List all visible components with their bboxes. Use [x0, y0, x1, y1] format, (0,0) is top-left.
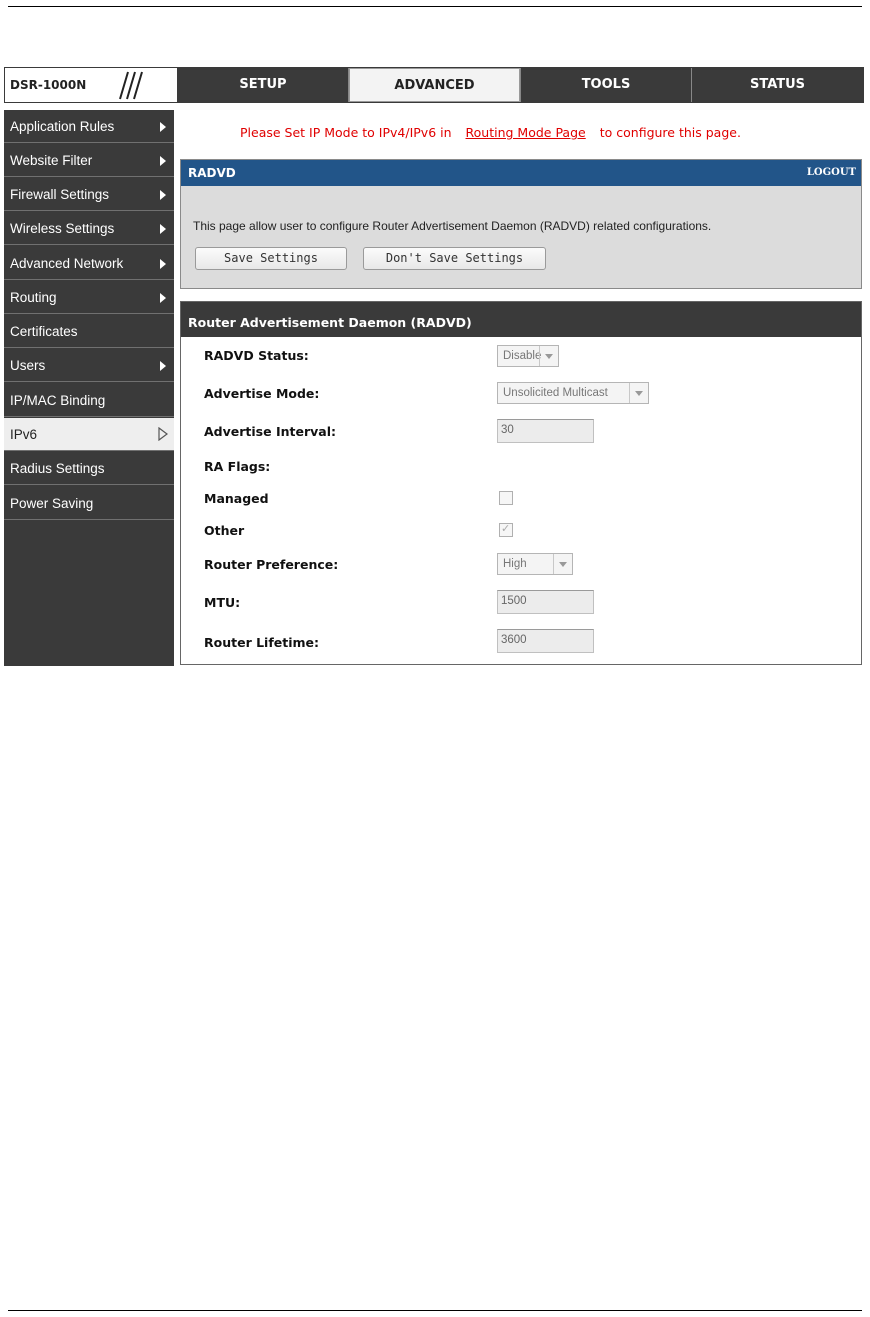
sidebar-item-ip-mac-binding[interactable]: IP/MAC Binding	[4, 384, 174, 417]
device-model-label: DSR-1000N	[10, 78, 87, 92]
caret-right-icon	[160, 190, 166, 200]
advertise-mode-label: Advertise Mode:	[204, 386, 320, 401]
router-preference-select[interactable]: High	[497, 553, 573, 575]
sidebar-item-wireless-settings[interactable]: Wireless Settings	[4, 212, 174, 245]
router-lifetime-input[interactable]: 3600	[497, 629, 594, 653]
top-nav-bar: DSR-1000N SETUP ADVANCED TOOLS STATUS	[4, 67, 864, 103]
section-header: Router Advertisement Daemon (RADVD)	[181, 302, 861, 337]
tab-status[interactable]: STATUS	[692, 68, 863, 102]
radvd-status-select[interactable]: Disable	[497, 345, 559, 367]
caret-right-icon	[160, 156, 166, 166]
selected-value: Unsolicited Multicast	[503, 387, 608, 399]
chevron-down-icon	[539, 346, 558, 366]
sidebar-item-advanced-network[interactable]: Advanced Network	[4, 247, 174, 280]
caret-right-icon	[160, 259, 166, 269]
page-bottom-rule	[8, 1310, 862, 1311]
brand-slashes-icon	[119, 71, 143, 100]
tab-advanced[interactable]: ADVANCED	[349, 68, 520, 102]
sidebar-item-label: Wireless Settings	[10, 221, 115, 236]
logout-link[interactable]: LOGOUT	[807, 167, 856, 178]
sidebar-item-label: IP/MAC Binding	[10, 393, 106, 408]
sidebar-item-label: Radius Settings	[10, 461, 105, 476]
selected-value: Disable	[503, 350, 542, 362]
sidebar-item-label: Users	[10, 358, 46, 373]
notice-suffix: to configure this page.	[599, 125, 741, 140]
sidebar-item-label: Certificates	[10, 324, 78, 339]
panel-title: RADVD	[188, 166, 236, 180]
tab-tools[interactable]: TOOLS	[521, 68, 691, 102]
sidebar-item-firewall-settings[interactable]: Firewall Settings	[4, 178, 174, 211]
selected-value: High	[503, 558, 527, 570]
managed-checkbox[interactable]	[499, 491, 513, 505]
router-lifetime-label: Router Lifetime:	[204, 635, 320, 650]
sidebar-item-certificates[interactable]: Certificates	[4, 315, 174, 348]
sidebar-item-label: Firewall Settings	[10, 187, 110, 202]
sidebar-item-label: Power Saving	[10, 496, 94, 511]
dont-save-settings-button[interactable]: Don't Save Settings	[363, 247, 546, 270]
panel-header: RADVD LOGOUT	[181, 160, 861, 186]
managed-label: Managed	[204, 491, 269, 506]
chevron-down-icon	[629, 383, 648, 403]
mtu-label: MTU:	[204, 595, 241, 610]
panel-description: This page allow user to configure Router…	[193, 219, 712, 233]
caret-right-icon	[160, 361, 166, 371]
advertise-interval-label: Advertise Interval:	[204, 424, 336, 439]
sidebar-item-website-filter[interactable]: Website Filter	[4, 144, 174, 177]
ip-mode-notice: Please Set IP Mode to IPv4/IPv6 in Routin…	[240, 125, 741, 140]
mtu-input[interactable]: 1500	[497, 590, 594, 614]
router-preference-label: Router Preference:	[204, 557, 339, 572]
sidebar-item-ipv6[interactable]: IPv6	[4, 418, 174, 451]
sidebar-menu: Application Rules Website Filter Firewal…	[4, 110, 174, 666]
sidebar-item-label: Advanced Network	[10, 256, 124, 271]
other-label: Other	[204, 523, 245, 538]
ra-flags-label: RA Flags:	[204, 459, 271, 474]
advertise-mode-select[interactable]: Unsolicited Multicast	[497, 382, 649, 404]
section-title: Router Advertisement Daemon (RADVD)	[188, 315, 472, 330]
radvd-status-label: RADVD Status:	[204, 348, 309, 363]
caret-right-icon	[160, 224, 166, 234]
radvd-panel: RADVD LOGOUT This page allow user to con…	[180, 159, 862, 289]
caret-right-outline-icon	[158, 427, 168, 441]
notice-prefix: Please Set IP Mode to IPv4/IPv6 in	[240, 125, 452, 140]
sidebar-item-users[interactable]: Users	[4, 349, 174, 382]
save-settings-button[interactable]: Save Settings	[195, 247, 347, 270]
advertise-interval-input[interactable]: 30	[497, 419, 594, 443]
sidebar-item-power-saving[interactable]: Power Saving	[4, 487, 174, 520]
sidebar-item-radius-settings[interactable]: Radius Settings	[4, 452, 174, 485]
page-top-rule	[8, 6, 862, 7]
sidebar-item-label: IPv6	[10, 427, 38, 442]
sidebar-item-application-rules[interactable]: Application Rules	[4, 110, 174, 143]
caret-right-icon	[160, 293, 166, 303]
sidebar-item-label: Routing	[10, 290, 57, 305]
brand-box: DSR-1000N	[5, 68, 177, 102]
sidebar-item-routing[interactable]: Routing	[4, 281, 174, 314]
radvd-settings-section: Router Advertisement Daemon (RADVD) RADV…	[180, 301, 862, 665]
sidebar-item-label: Website Filter	[10, 153, 93, 168]
routing-mode-page-link[interactable]: Routing Mode Page	[466, 125, 586, 140]
other-checkbox[interactable]	[499, 522, 513, 537]
tab-setup[interactable]: SETUP	[178, 68, 348, 102]
sidebar-item-label: Application Rules	[10, 119, 115, 134]
caret-right-icon	[160, 122, 166, 132]
chevron-down-icon	[553, 554, 572, 574]
